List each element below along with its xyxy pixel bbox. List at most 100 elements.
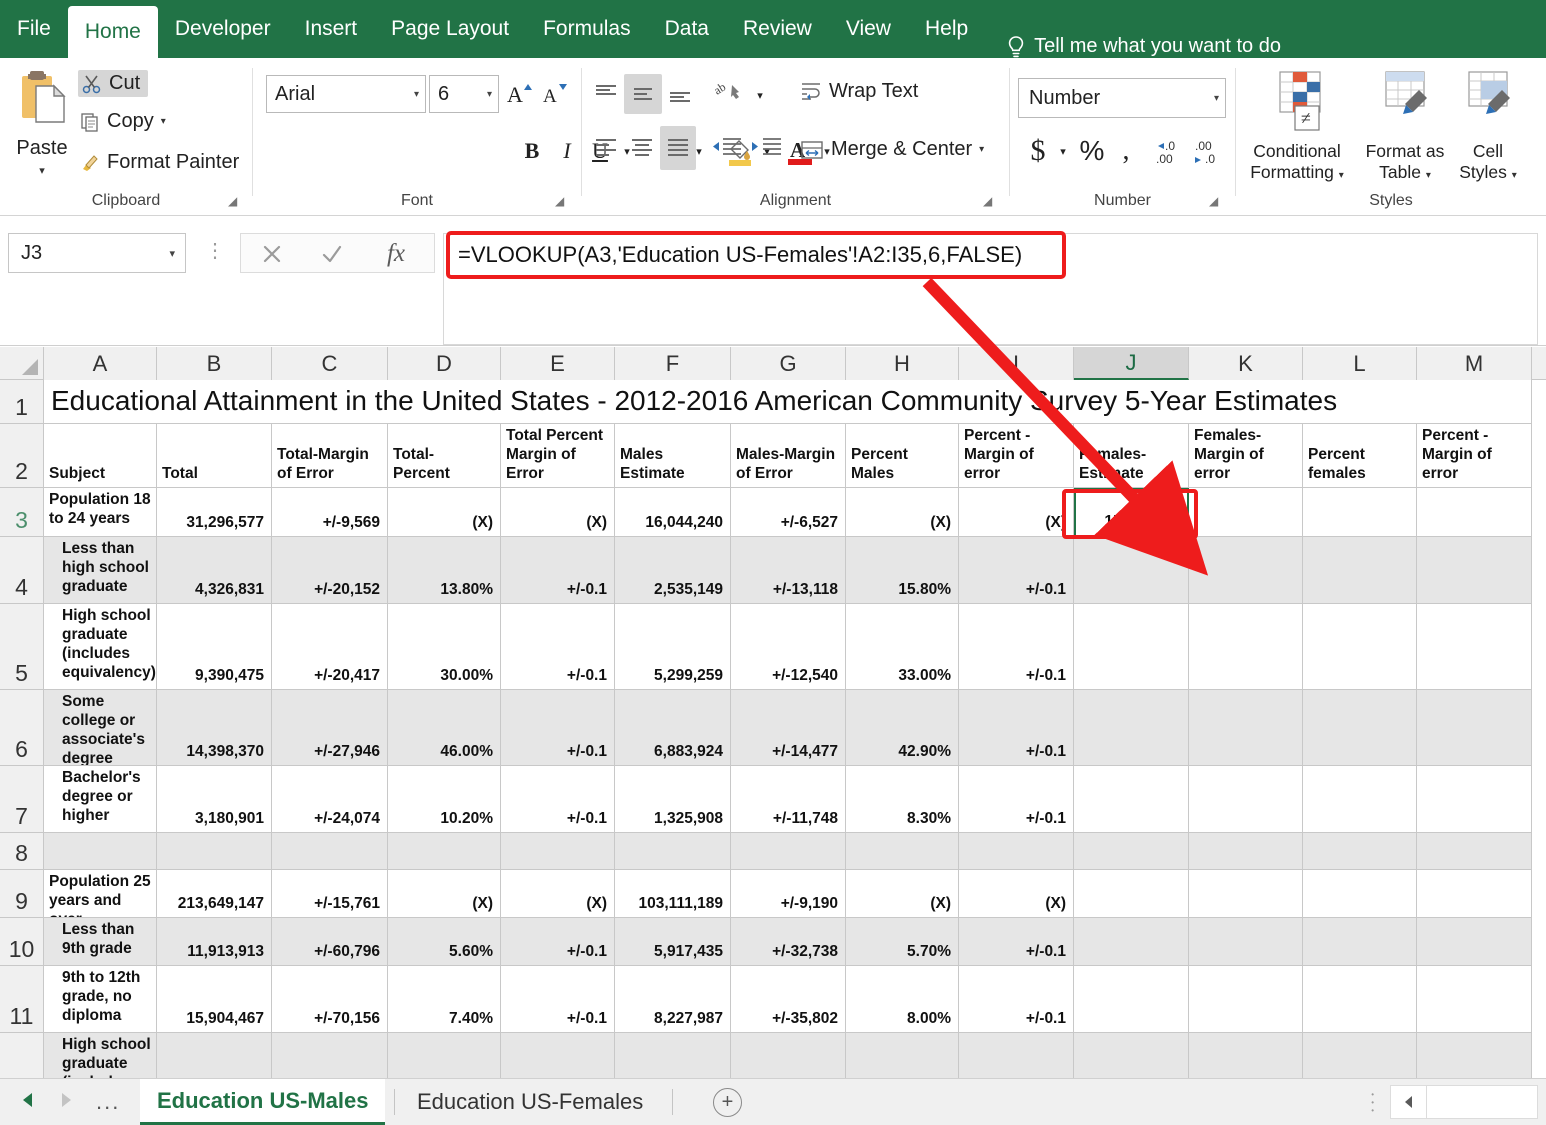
column-header-m[interactable]: M [1417,347,1532,380]
cell-b5[interactable]: 9,390,475 [157,604,272,690]
cell-e4[interactable]: +/-0.1 [501,537,615,604]
more-sheets-ellipsis[interactable]: ... [96,1089,120,1115]
cell-i3[interactable]: (X) [959,488,1074,537]
cell-m6[interactable] [1417,690,1532,766]
cell-k11[interactable] [1189,966,1303,1033]
cell-l3[interactable] [1303,488,1417,537]
formula-input[interactable]: =VLOOKUP(A3,'Education US-Females'!A2:I3… [443,233,1538,345]
cell-j9[interactable] [1074,870,1189,918]
cell-b8[interactable] [157,833,272,870]
cell-e7[interactable]: +/-0.1 [501,766,615,833]
cell-f9[interactable]: 103,111,189 [615,870,731,918]
cell-l6[interactable] [1303,690,1417,766]
ribbon-tab-help[interactable]: Help [908,0,985,58]
row-header-6[interactable]: 6 [0,690,44,766]
increase-decimal-icon[interactable]: .0.00 [1152,134,1192,170]
row-header-9[interactable]: 9 [0,870,44,918]
cell-l9[interactable] [1303,870,1417,918]
cell-g5[interactable]: +/-12,540 [731,604,846,690]
row-header-11[interactable]: 11 [0,966,44,1033]
cell-l2-header[interactable]: Percent females [1303,424,1417,488]
cell-h2-header[interactable]: Percent Males [846,424,959,488]
cell-k6[interactable] [1189,690,1303,766]
cell-b2-header[interactable]: Total [157,424,272,488]
cell-e2-header[interactable]: Total Percent Margin of Error [501,424,615,488]
cell-g6[interactable]: +/-14,477 [731,690,846,766]
column-header-j[interactable]: J [1074,347,1189,380]
cell-c11[interactable]: +/-70,156 [272,966,388,1033]
column-header-c[interactable]: C [272,347,388,380]
cell-d6[interactable]: 46.00% [388,690,501,766]
orientation-caret-icon[interactable]: ▾ [752,84,768,106]
cell-f8[interactable] [615,833,731,870]
cell-m3[interactable] [1417,488,1532,537]
ribbon-tab-formulas[interactable]: Formulas [526,0,648,58]
cell-h11[interactable]: 8.00% [846,966,959,1033]
cell-j2-header[interactable]: Females-Estimate [1074,424,1189,488]
cell-f5[interactable]: 5,299,259 [615,604,731,690]
cell-m11[interactable] [1417,966,1532,1033]
align-middle-icon[interactable] [624,74,662,114]
cell-k2-header[interactable]: Females-Margin of error [1189,424,1303,488]
cell-f11[interactable]: 8,227,987 [615,966,731,1033]
row-header-4[interactable]: 4 [0,537,44,604]
cell-g4[interactable]: +/-13,118 [731,537,846,604]
cell-g2-header[interactable]: Males-Margin of Error [731,424,846,488]
cell-i9[interactable]: (X) [959,870,1074,918]
cell-k4[interactable] [1189,537,1303,604]
cell-e11[interactable]: +/-0.1 [501,966,615,1033]
cell-h3[interactable]: (X) [846,488,959,537]
cell-a8[interactable] [44,833,157,870]
copy-dropdown-caret-icon[interactable]: ▾ [161,116,166,127]
cell-g9[interactable]: +/-9,190 [731,870,846,918]
cell-k12[interactable] [1189,1033,1303,1078]
cell-h12[interactable]: 28.20% [846,1033,959,1078]
cell-f3[interactable]: 16,044,240 [615,488,731,537]
ribbon-tab-home[interactable]: Home [68,6,158,58]
select-all-corner[interactable] [0,347,44,380]
cell-b3[interactable]: 31,296,577 [157,488,272,537]
sheet-tab-education-us-females[interactable]: Education US-Females [400,1079,660,1125]
column-header-d[interactable]: D [388,347,501,380]
cell-a6[interactable]: Some college or associate's degree [44,690,157,766]
cell-l5[interactable] [1303,604,1417,690]
cell-h8[interactable] [846,833,959,870]
cell-i4[interactable]: +/-0.1 [959,537,1074,604]
cell-b6[interactable]: 14,398,370 [157,690,272,766]
hscroll-left-button[interactable] [1390,1085,1428,1119]
cell-g12[interactable]: +/-99,072 [731,1033,846,1078]
cell-g10[interactable]: +/-32,738 [731,918,846,966]
cell-l7[interactable] [1303,766,1417,833]
ribbon-tab-data[interactable]: Data [648,0,726,58]
font-name-box[interactable]: Arial ▾ [266,75,426,113]
cell-d3[interactable]: (X) [388,488,501,537]
cell-k8[interactable] [1189,833,1303,870]
name-box[interactable]: J3 ▾ [8,233,186,273]
conditional-formatting-caret-icon[interactable]: ▾ [1339,170,1344,181]
cell-h4[interactable]: 15.80% [846,537,959,604]
cell-e6[interactable]: +/-0.1 [501,690,615,766]
cell-b7[interactable]: 3,180,901 [157,766,272,833]
row-header-7[interactable]: 7 [0,766,44,833]
paste-dropdown-caret-icon[interactable]: ▾ [6,164,78,177]
column-header-g[interactable]: G [731,347,846,380]
cell-e3[interactable]: (X) [501,488,615,537]
bold-button[interactable]: B [515,134,549,168]
ribbon-tab-insert[interactable]: Insert [288,0,375,58]
row-header-5[interactable]: 5 [0,604,44,690]
cell-i7[interactable]: +/-0.1 [959,766,1074,833]
cell-k3[interactable] [1189,488,1303,537]
cell-g8[interactable] [731,833,846,870]
fx-icon[interactable]: fx [367,238,425,270]
horizontal-scrollbar[interactable] [1426,1085,1538,1119]
split-handle-icon[interactable]: ••• [1371,1091,1374,1115]
cell-f2-header[interactable]: Males Estimate [615,424,731,488]
font-dialog-launcher-icon[interactable]: ◢ [555,194,569,208]
comma-style-button[interactable]: , [1112,132,1140,170]
cell-e10[interactable]: +/-0.1 [501,918,615,966]
column-header-k[interactable]: K [1189,347,1303,380]
cell-c8[interactable] [272,833,388,870]
cell-a10[interactable]: Less than 9th grade [44,918,157,966]
cell-j10[interactable] [1074,918,1189,966]
cell-f6[interactable]: 6,883,924 [615,690,731,766]
